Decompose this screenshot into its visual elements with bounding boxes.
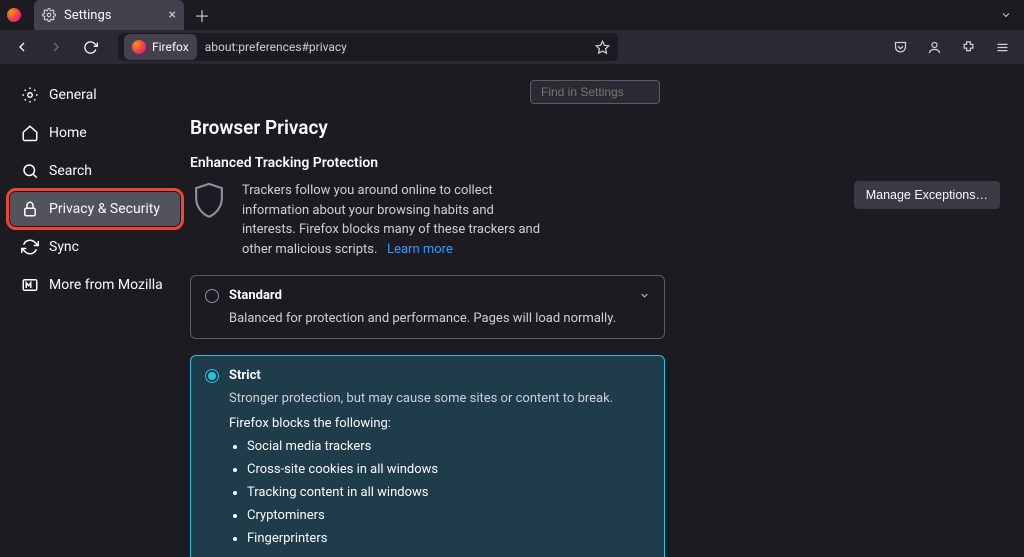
account-icon[interactable] [920, 33, 948, 61]
option-title: Standard [229, 288, 282, 303]
block-item: Fingerprinters [247, 531, 650, 546]
app-menu-icon[interactable] [988, 33, 1016, 61]
sidebar-item-more-mozilla[interactable]: More from Mozilla [10, 268, 180, 302]
learn-more-link[interactable]: Learn more [387, 242, 453, 257]
page-title: Browser Privacy [190, 116, 1000, 139]
identity-chip[interactable]: Firefox [124, 34, 197, 60]
sidebar-item-label: More from Mozilla [49, 277, 163, 293]
firefox-icon [132, 40, 146, 54]
home-icon [21, 124, 39, 142]
tabs-dropdown-icon[interactable] [1000, 9, 1012, 21]
search-icon [21, 162, 39, 180]
sidebar-item-privacy-security[interactable]: Privacy & Security [10, 192, 180, 226]
sidebar-item-search[interactable]: Search [10, 154, 180, 188]
tab-title: Settings [64, 8, 111, 23]
option-desc: Stronger protection, but may cause some … [229, 391, 650, 406]
sidebar-item-home[interactable]: Home [10, 116, 180, 150]
option-title: Strict [229, 368, 261, 383]
lock-icon [21, 200, 39, 218]
block-item: Cryptominers [247, 508, 650, 523]
gear-icon [42, 8, 56, 22]
chevron-down-icon[interactable] [639, 290, 650, 301]
radio-strict[interactable] [205, 369, 219, 383]
etp-description: Trackers follow you around online to col… [242, 181, 542, 259]
sidebar-item-label: Privacy & Security [49, 201, 160, 217]
gear-icon [21, 86, 39, 104]
shield-icon [190, 181, 228, 219]
forward-button[interactable] [42, 33, 70, 61]
sidebar-item-label: Search [49, 163, 92, 179]
manage-exceptions-button[interactable]: Manage Exceptions… [854, 181, 1000, 209]
block-item: Tracking content in all windows [247, 485, 650, 500]
sidebar-item-label: Home [49, 125, 87, 141]
find-in-settings-input[interactable] [530, 80, 660, 104]
pocket-icon[interactable] [886, 33, 914, 61]
blocks-label: Firefox blocks the following: [229, 416, 650, 431]
app-firefox-icon [0, 8, 28, 22]
option-desc: Balanced for protection and performance.… [229, 311, 650, 326]
new-tab-button[interactable]: ＋ [194, 3, 210, 27]
mozilla-icon [21, 276, 39, 294]
sidebar-item-general[interactable]: General [10, 78, 180, 112]
sidebar-item-sync[interactable]: Sync [10, 230, 180, 264]
etp-option-standard[interactable]: Standard Balanced for protection and per… [190, 275, 665, 339]
block-item: Social media trackers [247, 439, 650, 454]
block-item: Cross-site cookies in all windows [247, 462, 650, 477]
identity-label: Firefox [152, 40, 189, 54]
etp-option-strict[interactable]: Strict Stronger protection, but may caus… [190, 355, 665, 557]
bookmark-star-icon[interactable] [595, 40, 610, 55]
radio-standard[interactable] [205, 289, 219, 303]
url-bar[interactable]: Firefox about:preferences#privacy [118, 33, 618, 61]
extensions-icon[interactable] [954, 33, 982, 61]
back-button[interactable] [8, 33, 36, 61]
url-text: about:preferences#privacy [205, 40, 347, 54]
sync-icon [21, 238, 39, 256]
browser-tab[interactable]: Settings × [34, 0, 184, 30]
etp-heading: Enhanced Tracking Protection [190, 155, 1000, 171]
reload-button[interactable] [76, 33, 104, 61]
sidebar-item-label: Sync [49, 239, 79, 255]
close-tab-icon[interactable]: × [169, 7, 176, 23]
sidebar-item-label: General [49, 87, 97, 103]
